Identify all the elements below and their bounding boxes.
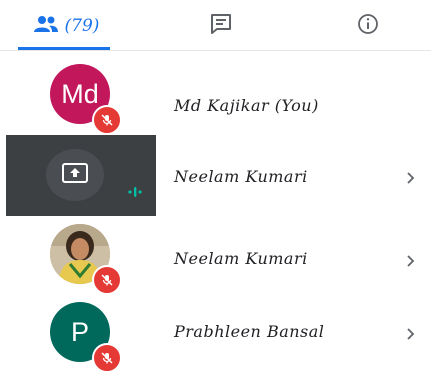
chevron-right-icon[interactable]	[405, 169, 417, 187]
participant-tile	[6, 216, 156, 295]
people-count: (79)	[64, 15, 100, 36]
participant-row[interactable]: Neelam Kumari	[0, 135, 431, 216]
tabs-divider	[0, 50, 431, 51]
tab-info[interactable]	[308, 0, 428, 51]
info-icon	[357, 13, 379, 39]
chevron-right-icon[interactable]	[405, 252, 417, 270]
participant-tile: Md	[6, 59, 156, 137]
screen-share-icon	[62, 163, 88, 189]
tab-chat[interactable]	[161, 0, 281, 51]
mic-off-icon	[92, 265, 122, 295]
participant-row[interactable]: P Prabhleen Bansal	[0, 294, 431, 373]
avatar-initials: P	[70, 316, 89, 347]
participant-name: Neelam Kumari	[174, 167, 308, 186]
speaking-indicator-icon	[127, 184, 143, 203]
presenting-tile	[6, 135, 156, 216]
participant-tile: P	[6, 294, 156, 373]
participant-name: Neelam Kumari	[174, 249, 308, 268]
mic-off-icon	[92, 343, 122, 373]
tab-people[interactable]: (79)	[6, 0, 126, 51]
mic-off-icon	[92, 105, 122, 135]
avatar-initials: Md	[61, 78, 99, 109]
chevron-right-icon[interactable]	[405, 325, 417, 343]
chat-icon	[209, 13, 233, 39]
panel-tabs: (79)	[0, 0, 431, 51]
participant-row[interactable]: Neelam Kumari	[0, 216, 431, 295]
people-icon	[33, 15, 59, 37]
participant-name: Prabhleen Bansal	[174, 322, 325, 341]
participant-name: Md Kajikar (You)	[174, 96, 319, 115]
participant-row[interactable]: Md Md Kajikar (You)	[0, 59, 431, 137]
